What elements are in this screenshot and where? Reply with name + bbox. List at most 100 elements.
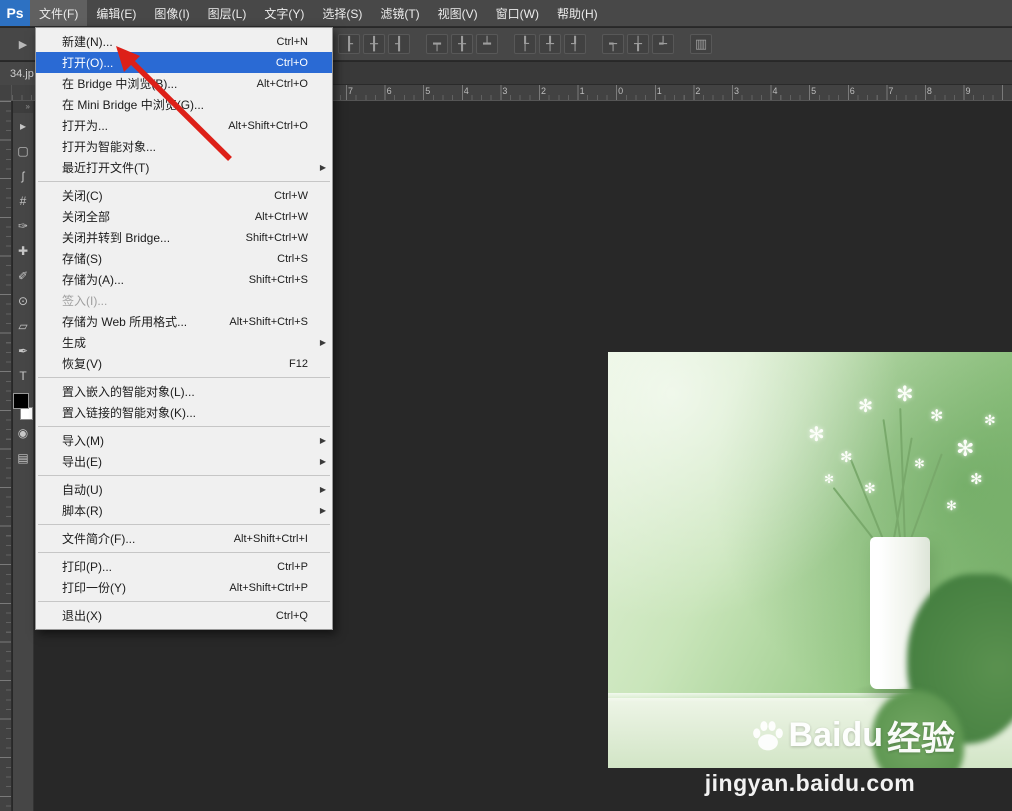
menu-item-shortcut: Ctrl+P xyxy=(277,560,308,573)
quick-mask-icon[interactable]: ◉ xyxy=(13,420,34,445)
foreground-color-swatch[interactable] xyxy=(13,393,29,409)
distribute-horizontal-centers-icon[interactable]: ╀ xyxy=(539,34,561,54)
menu-save[interactable]: 存储(S) Ctrl+S xyxy=(36,248,332,269)
file-menu-item xyxy=(36,374,332,381)
distribute-bottom-edges-icon[interactable]: ┵ xyxy=(652,34,674,54)
menu-browse-in-bridge[interactable]: 在 Bridge 中浏览(B)... Alt+Ctrl+O xyxy=(36,73,332,94)
menubar-view[interactable]: 视图(V) xyxy=(429,0,487,26)
menu-item-label: 存储为 Web 所用格式... xyxy=(62,315,188,329)
ruler-number: 7 xyxy=(348,86,354,96)
color-swatches[interactable] xyxy=(13,393,33,420)
align-top-edges-icon[interactable]: ┯ xyxy=(426,34,448,54)
spot-healing-brush-tool[interactable]: ✚ xyxy=(13,238,34,263)
menu-item-label: 打印一份(Y) xyxy=(62,581,126,595)
ruler-number: 6 xyxy=(386,86,392,96)
menu-item-shortcut: Alt+Shift+Ctrl+O xyxy=(228,119,308,132)
flower xyxy=(930,406,943,426)
menubar-file[interactable]: 文件(F) xyxy=(30,0,88,26)
menu-new[interactable]: 新建(N)... Ctrl+N xyxy=(36,31,332,52)
flower xyxy=(946,498,957,514)
menubar-type[interactable]: 文字(Y) xyxy=(255,0,313,26)
menu-bar: Ps 文件(F) 编辑(E) 图像(I) 图层(L) 文字(Y) 选择(S) 滤镜(T) 视图… xyxy=(0,0,1012,27)
document-photo: Baidu 经验 xyxy=(608,352,1012,768)
menu-save-for-web[interactable]: 存储为 Web 所用格式... Alt+Shift+Ctrl+S xyxy=(36,311,332,332)
menu-open-recent[interactable]: 最近打开文件(T) xyxy=(36,157,332,178)
align-left-edges-icon[interactable]: ┠ xyxy=(338,34,360,54)
clone-stamp-tool[interactable]: ⊙ xyxy=(13,288,34,313)
menu-place-embedded[interactable]: 置入嵌入的智能对象(L)... xyxy=(36,381,332,402)
flower xyxy=(808,422,825,447)
menubar-edit[interactable]: 编辑(E) xyxy=(87,0,145,26)
align-right-edges-icon[interactable]: ┨ xyxy=(388,34,410,54)
menu-close-all[interactable]: 关闭全部 Alt+Ctrl+W xyxy=(36,206,332,227)
menu-item-label: 恢复(V) xyxy=(62,357,102,371)
screen-mode-icon[interactable]: ▤ xyxy=(13,445,34,470)
menu-close-and-go-to-bridge[interactable]: 关闭并转到 Bridge... Shift+Ctrl+W xyxy=(36,227,332,248)
menu-save-as[interactable]: 存储为(A)... Shift+Ctrl+S xyxy=(36,269,332,290)
menubar-select[interactable]: 选择(S) xyxy=(313,0,371,26)
eyedropper-tool[interactable]: ✑ xyxy=(13,213,34,238)
move-tool-preset-icon[interactable]: ▶ xyxy=(13,38,33,51)
submenu-arrow-icon xyxy=(314,338,326,347)
menu-item-label: 存储为(A)... xyxy=(62,273,124,287)
watermark-brand-text: Baidu xyxy=(788,716,883,754)
baidu-watermark: Baidu 经验 xyxy=(750,711,955,760)
distribute-left-edges-icon[interactable]: ┞ xyxy=(514,34,536,54)
menu-export[interactable]: 导出(E) xyxy=(36,451,332,472)
ruler-number: 5 xyxy=(425,86,431,96)
brush-tool[interactable]: ✐ xyxy=(13,263,34,288)
menu-import[interactable]: 导入(M) xyxy=(36,430,332,451)
panel-collapse-icon[interactable]: » xyxy=(13,101,33,113)
ruler-number: 1 xyxy=(656,86,662,96)
menu-item-shortcut: Alt+Ctrl+W xyxy=(254,210,308,223)
menubar-window[interactable]: 窗口(W) xyxy=(487,0,548,26)
ruler-number: 9 xyxy=(965,86,971,96)
distribute-right-edges-icon[interactable]: ┦ xyxy=(564,34,586,54)
menu-file-info[interactable]: 文件简介(F)... Alt+Shift+Ctrl+I xyxy=(36,528,332,549)
menu-print[interactable]: 打印(P)... Ctrl+P xyxy=(36,556,332,577)
menu-item-shortcut: F12 xyxy=(289,357,308,370)
align-bottom-edges-icon[interactable]: ┷ xyxy=(476,34,498,54)
menu-open-as-smart-object[interactable]: 打开为智能对象... xyxy=(36,136,332,157)
lasso-tool[interactable]: ʃ xyxy=(13,163,34,188)
menu-item-shortcut: Shift+Ctrl+W xyxy=(245,231,308,244)
menu-item-shortcut: Ctrl+W xyxy=(274,189,308,202)
menubar-image[interactable]: 图像(I) xyxy=(145,0,198,26)
auto-align-layers-icon[interactable]: ▥ xyxy=(690,34,712,54)
submenu-arrow-icon xyxy=(314,457,326,466)
menu-scripts[interactable]: 脚本(R) xyxy=(36,500,332,521)
menu-print-one-copy[interactable]: 打印一份(Y) Alt+Shift+Ctrl+P xyxy=(36,577,332,598)
horizontal-type-tool[interactable]: T xyxy=(13,363,34,388)
menu-revert[interactable]: 恢复(V) F12 xyxy=(36,353,332,374)
menubar-filter[interactable]: 滤镜(T) xyxy=(371,0,428,26)
rectangular-marquee-tool[interactable]: ▢ xyxy=(13,138,34,163)
flower xyxy=(824,472,834,486)
menu-browse-in-mini-bridge[interactable]: 在 Mini Bridge 中浏览(G)... xyxy=(36,94,332,115)
crop-tool[interactable]: # xyxy=(13,188,34,213)
align-horizontal-centers-icon[interactable]: ╂ xyxy=(363,34,385,54)
menu-automate[interactable]: 自动(U) xyxy=(36,479,332,500)
vertical-ruler[interactable] xyxy=(0,101,12,811)
distribute-top-edges-icon[interactable]: ┭ xyxy=(602,34,624,54)
menu-close[interactable]: 关闭(C) Ctrl+W xyxy=(36,185,332,206)
file-menu-item xyxy=(36,423,332,430)
menu-exit[interactable]: 退出(X) Ctrl+Q xyxy=(36,605,332,626)
align-vertical-centers-icon[interactable]: ╂ xyxy=(451,34,473,54)
menubar-help[interactable]: 帮助(H) xyxy=(548,0,607,26)
menu-item-shortcut: Alt+Shift+Ctrl+I xyxy=(233,532,308,545)
menubar-layer[interactable]: 图层(L) xyxy=(199,0,256,26)
menu-item-shortcut: Ctrl+N xyxy=(276,35,308,48)
document-tab-label: 34.jp xyxy=(10,67,34,80)
pen-tool[interactable]: ✒ xyxy=(13,338,34,363)
menu-generate[interactable]: 生成 xyxy=(36,332,332,353)
menu-open-as[interactable]: 打开为... Alt+Shift+Ctrl+O xyxy=(36,115,332,136)
move-tool[interactable]: ▸ xyxy=(13,113,34,138)
menu-item-label: 打开(O)... xyxy=(62,56,114,70)
menu-item-label: 退出(X) xyxy=(62,609,102,623)
menu-item-label: 在 Bridge 中浏览(B)... xyxy=(62,77,178,91)
menu-item-label: 脚本(R) xyxy=(62,504,103,518)
menu-place-linked[interactable]: 置入链接的智能对象(K)... xyxy=(36,402,332,423)
distribute-vertical-centers-icon[interactable]: ╁ xyxy=(627,34,649,54)
eraser-tool[interactable]: ▱ xyxy=(13,313,34,338)
menu-open[interactable]: 打开(O)... Ctrl+O xyxy=(36,52,332,73)
